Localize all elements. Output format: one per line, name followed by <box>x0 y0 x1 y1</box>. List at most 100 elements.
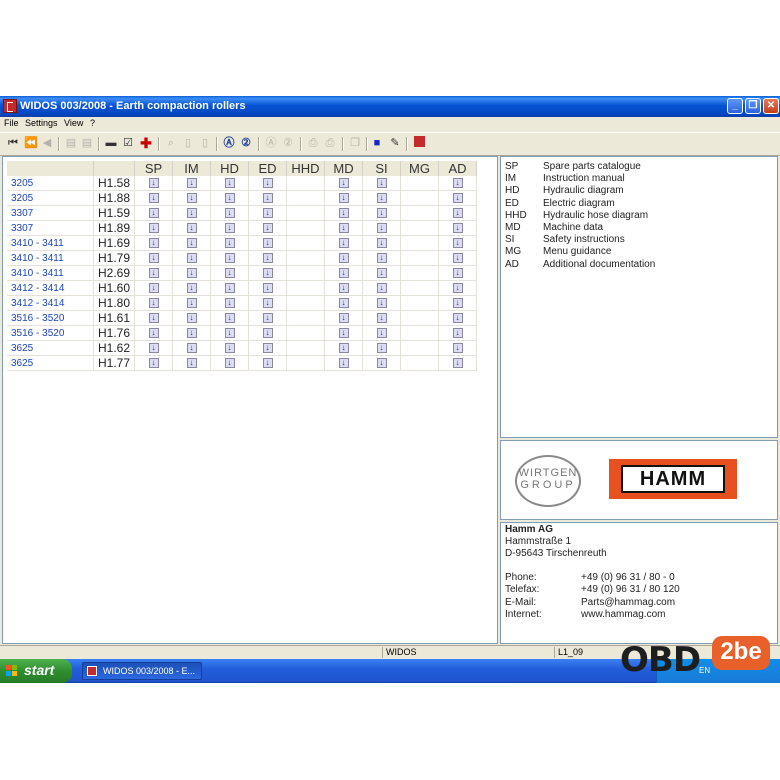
doc-cell-md[interactable]: ↓ <box>324 355 363 371</box>
doc-cell-ad[interactable]: ↓ <box>438 295 477 311</box>
menu-help[interactable]: ? <box>90 118 95 128</box>
minimize-button[interactable]: _ <box>727 98 743 114</box>
model-link[interactable]: 3205 <box>7 176 94 191</box>
download-icon[interactable]: ↓ <box>262 342 273 353</box>
doc-cell-ed[interactable]: ↓ <box>248 310 287 326</box>
doc-cell-ad[interactable]: ↓ <box>438 310 477 326</box>
download-icon[interactable]: ↓ <box>376 267 387 278</box>
download-icon[interactable]: ↓ <box>186 357 197 368</box>
previous-page-icon[interactable]: ⏪ <box>24 136 38 150</box>
download-icon[interactable]: ↓ <box>224 312 235 323</box>
model-link[interactable]: 3516 - 3520 <box>7 325 94 341</box>
download-icon[interactable]: ↓ <box>224 252 235 263</box>
download-icon[interactable]: ↓ <box>186 312 197 323</box>
download-icon[interactable]: ↓ <box>262 312 273 323</box>
download-icon[interactable]: ↓ <box>148 342 159 353</box>
doc-cell-sp[interactable]: ↓ <box>134 265 173 281</box>
doc-cell-sp[interactable]: ↓ <box>134 205 173 221</box>
download-icon[interactable]: ↓ <box>376 222 387 233</box>
doc-cell-ed[interactable]: ↓ <box>248 265 287 281</box>
download-icon[interactable]: ↓ <box>224 282 235 293</box>
download-icon[interactable]: ↓ <box>338 207 349 218</box>
doc-cell-si[interactable]: ↓ <box>362 190 401 206</box>
download-icon[interactable]: ↓ <box>186 327 197 338</box>
doc-cell-sp[interactable]: ↓ <box>134 340 173 356</box>
download-icon[interactable]: ↓ <box>452 192 463 203</box>
download-icon[interactable]: ↓ <box>376 357 387 368</box>
doc-cell-ed[interactable]: ↓ <box>248 205 287 221</box>
download-icon[interactable]: ↓ <box>186 267 197 278</box>
doc-cell-sp[interactable]: ↓ <box>134 176 173 191</box>
doc-cell-si[interactable]: ↓ <box>362 250 401 266</box>
menu-file[interactable]: File <box>4 118 19 128</box>
doc-cell-sp[interactable]: ↓ <box>134 235 173 251</box>
download-icon[interactable]: ↓ <box>452 177 463 188</box>
doc-cell-ed[interactable]: ↓ <box>248 340 287 356</box>
doc-cell-im[interactable]: ↓ <box>172 295 211 311</box>
download-icon[interactable]: ↓ <box>452 252 463 263</box>
first-record-icon[interactable]: ⏮ <box>6 136 20 150</box>
doc-cell-hd[interactable]: ↓ <box>210 176 249 191</box>
model-link[interactable]: 3205 <box>7 190 94 206</box>
doc-cell-sp[interactable]: ↓ <box>134 325 173 341</box>
model-link[interactable]: 3412 - 3414 <box>7 295 94 311</box>
search-a-icon[interactable]: Ⓐ <box>222 136 236 150</box>
download-icon[interactable]: ↓ <box>452 237 463 248</box>
doc-cell-si[interactable]: ↓ <box>362 295 401 311</box>
widos-logo-icon[interactable] <box>412 136 426 150</box>
download-icon[interactable]: ↓ <box>224 297 235 308</box>
doc-cell-md[interactable]: ↓ <box>324 295 363 311</box>
download-icon[interactable]: ↓ <box>224 192 235 203</box>
table-row[interactable]: 3307 H1.59 ↓ ↓ ↓ ↓ ↓ ↓ ↓ <box>7 205 477 221</box>
download-icon[interactable]: ↓ <box>148 282 159 293</box>
model-link[interactable]: 3410 - 3411 <box>7 250 94 266</box>
doc-cell-im[interactable]: ↓ <box>172 235 211 251</box>
table-row[interactable]: 3412 - 3414 H1.60 ↓ ↓ ↓ ↓ ↓ ↓ ↓ <box>7 280 477 296</box>
doc-cell-ad[interactable]: ↓ <box>438 280 477 296</box>
model-link[interactable]: 3625 <box>7 355 94 371</box>
print-preview-icon[interactable]: ⎙ <box>323 136 337 150</box>
doc-cell-im[interactable]: ↓ <box>172 310 211 326</box>
doc-cell-si[interactable]: ↓ <box>362 235 401 251</box>
download-icon[interactable]: ↓ <box>338 312 349 323</box>
doc-cell-sp[interactable]: ↓ <box>134 310 173 326</box>
doc-cell-sp[interactable]: ↓ <box>134 355 173 371</box>
restore-button[interactable]: ❐ <box>745 98 761 114</box>
doc-cell-ed[interactable]: ↓ <box>248 295 287 311</box>
search-a-disabled-icon[interactable]: Ⓐ <box>264 136 278 150</box>
doc-cell-si[interactable]: ↓ <box>362 176 401 191</box>
download-icon[interactable]: ↓ <box>148 192 159 203</box>
model-link[interactable]: 3307 <box>7 220 94 236</box>
download-icon[interactable]: ↓ <box>376 297 387 308</box>
download-icon[interactable]: ↓ <box>338 297 349 308</box>
download-icon[interactable]: ↓ <box>376 312 387 323</box>
download-icon[interactable]: ↓ <box>224 327 235 338</box>
doc-cell-im[interactable]: ↓ <box>172 340 211 356</box>
search-2-icon[interactable]: ② <box>239 136 253 150</box>
previous-icon[interactable]: ◀ <box>40 136 54 150</box>
doc-cell-ad[interactable]: ↓ <box>438 340 477 356</box>
download-icon[interactable]: ↓ <box>148 357 159 368</box>
download-icon[interactable]: ↓ <box>186 207 197 218</box>
download-icon[interactable]: ↓ <box>452 282 463 293</box>
menu-settings[interactable]: Settings <box>25 118 58 128</box>
download-icon[interactable]: ↓ <box>376 237 387 248</box>
doc-cell-im[interactable]: ↓ <box>172 265 211 281</box>
download-icon[interactable]: ↓ <box>148 327 159 338</box>
download-icon[interactable]: ↓ <box>338 237 349 248</box>
download-icon[interactable]: ↓ <box>452 312 463 323</box>
doc-cell-ad[interactable]: ↓ <box>438 355 477 371</box>
doc-cell-ed[interactable]: ↓ <box>248 220 287 236</box>
doc-cell-ed[interactable]: ↓ <box>248 325 287 341</box>
download-icon[interactable]: ↓ <box>376 192 387 203</box>
download-icon[interactable]: ↓ <box>262 282 273 293</box>
doc-cell-si[interactable]: ↓ <box>362 220 401 236</box>
doc-cell-si[interactable]: ↓ <box>362 265 401 281</box>
table-row[interactable]: 3205 H1.88 ↓ ↓ ↓ ↓ ↓ ↓ ↓ <box>7 190 477 206</box>
zoom-icon[interactable]: ⌕ <box>164 136 178 150</box>
download-icon[interactable]: ↓ <box>186 282 197 293</box>
table-row[interactable]: 3205 H1.58 ↓ ↓ ↓ ↓ ↓ ↓ ↓ <box>7 176 477 191</box>
download-icon[interactable]: ↓ <box>224 177 235 188</box>
download-icon[interactable]: ↓ <box>262 267 273 278</box>
page-icon[interactable]: ▯ <box>181 136 195 150</box>
